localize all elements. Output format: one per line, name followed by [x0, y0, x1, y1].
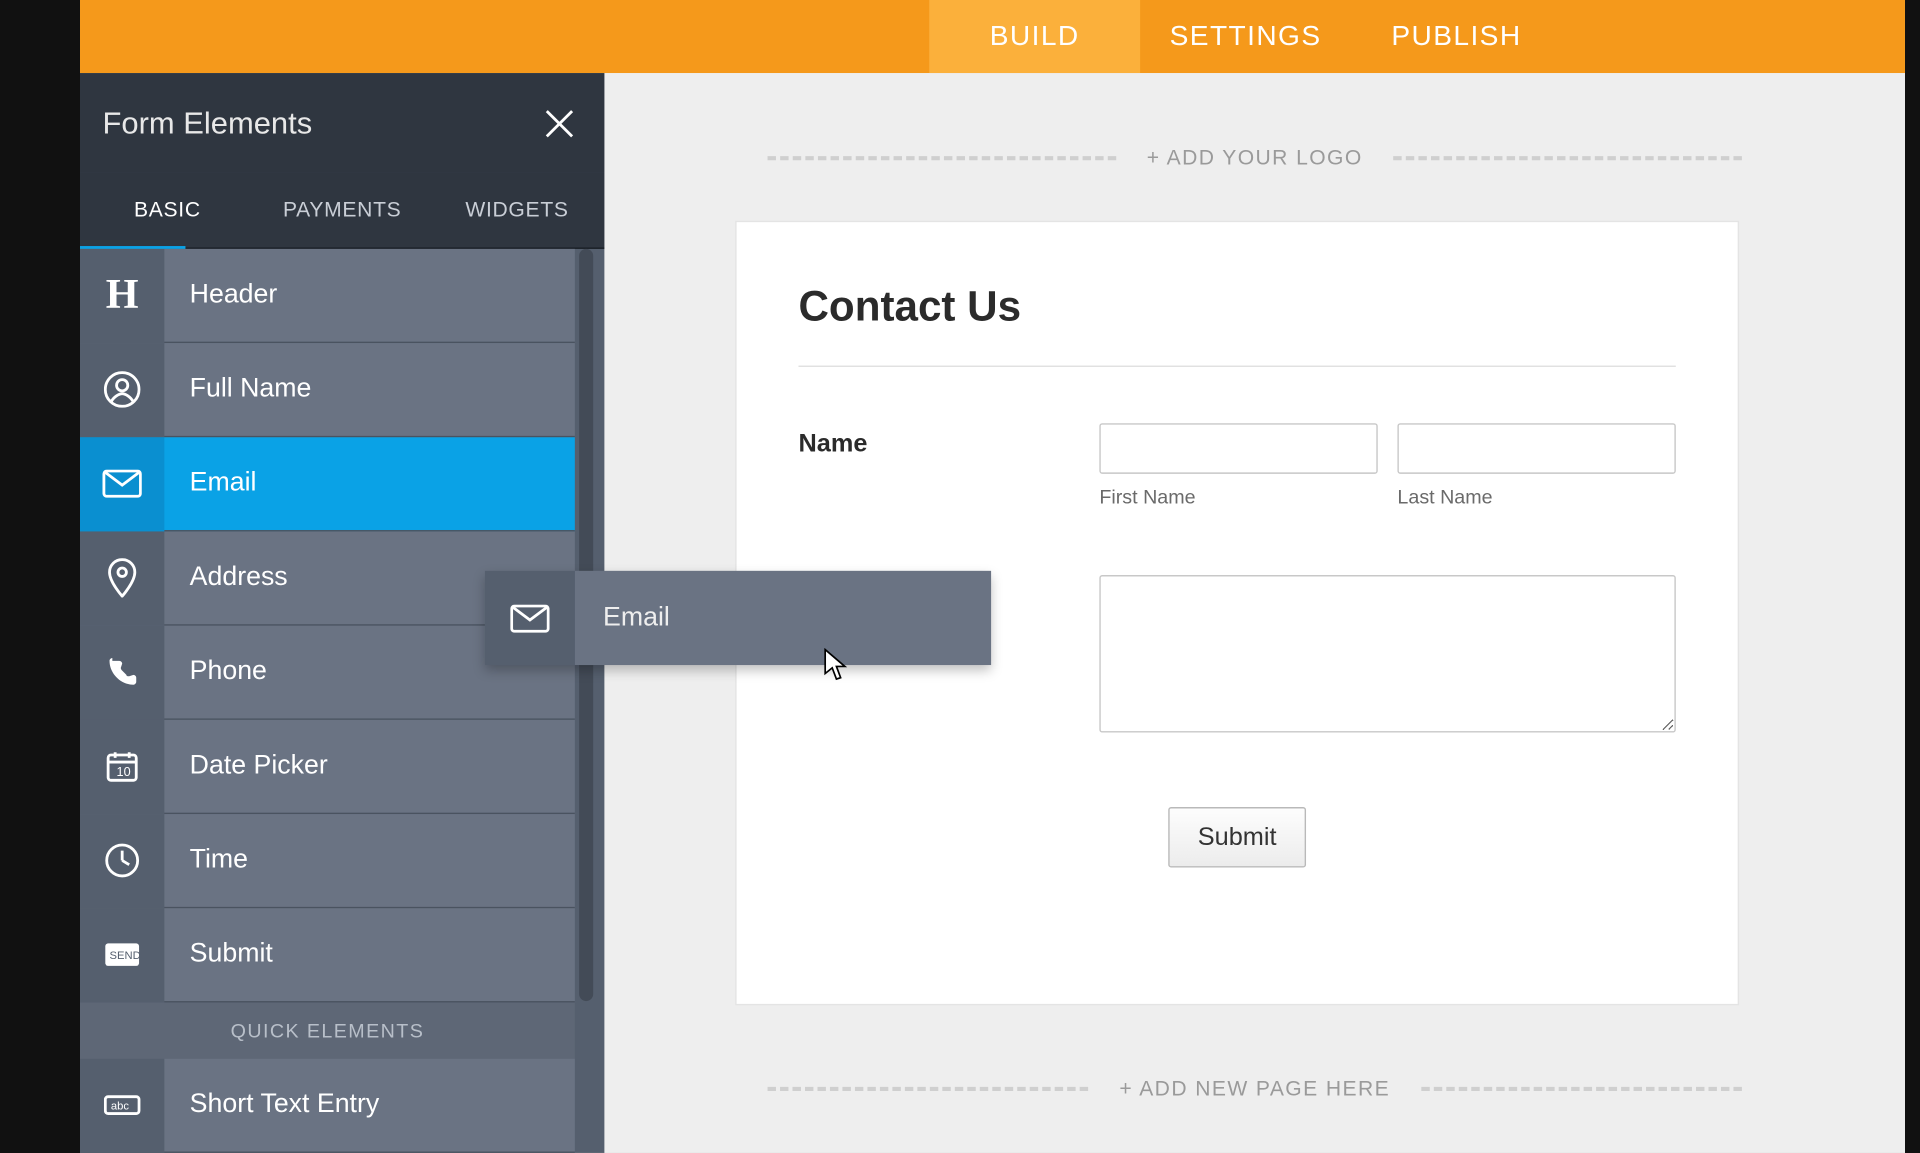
add-page-placeholder[interactable]: + ADD NEW PAGE HERE	[737, 1066, 1773, 1111]
first-name-sublabel: First Name	[1099, 485, 1377, 507]
subtab-basic[interactable]: BASIC	[80, 173, 255, 248]
element-email[interactable]: Email	[80, 437, 575, 531]
tab-build[interactable]: BUILD	[929, 0, 1140, 73]
pin-icon	[80, 531, 164, 625]
element-date-picker[interactable]: 10 Date Picker	[80, 720, 575, 814]
subtab-widgets[interactable]: WIDGETS	[430, 173, 605, 248]
element-label: Address	[164, 562, 287, 593]
drag-ghost-email[interactable]: Email	[485, 571, 991, 665]
element-short-text[interactable]: abc Short Text Entry	[80, 1059, 575, 1153]
element-label: Submit	[164, 939, 272, 970]
svg-text:SEND: SEND	[110, 950, 141, 962]
last-name-input[interactable]	[1397, 423, 1675, 474]
divider	[798, 366, 1675, 367]
element-label: Phone	[164, 657, 267, 688]
element-label: Time	[164, 845, 248, 876]
form-title[interactable]: Contact Us	[798, 284, 1675, 366]
envelope-icon	[80, 437, 164, 531]
add-logo-placeholder[interactable]: + ADD YOUR LOGO	[737, 135, 1773, 180]
drag-ghost-label: Email	[575, 602, 670, 633]
header-icon: H	[80, 249, 164, 342]
section-quick-elements: QUICK ELEMENTS	[80, 1002, 575, 1058]
user-icon	[80, 342, 164, 436]
close-icon[interactable]	[537, 101, 582, 146]
clock-icon	[80, 813, 164, 907]
svg-text:10: 10	[117, 765, 131, 779]
envelope-icon	[485, 571, 575, 665]
element-time[interactable]: Time	[80, 814, 575, 908]
message-textarea[interactable]	[1099, 575, 1675, 732]
submit-button[interactable]: Submit	[1168, 807, 1306, 867]
tab-settings[interactable]: SETTINGS	[1140, 0, 1351, 73]
element-submit[interactable]: SEND Submit	[80, 908, 575, 1002]
phone-icon	[80, 625, 164, 719]
element-label: Email	[164, 468, 256, 499]
panel-title: Form Elements	[102, 105, 312, 142]
element-label: Full Name	[164, 374, 311, 405]
send-icon: SEND	[80, 908, 164, 1002]
tab-publish[interactable]: PUBLISH	[1351, 0, 1562, 73]
text-icon: abc	[80, 1058, 164, 1152]
calendar-icon: 10	[80, 719, 164, 813]
top-nav: BUILD SETTINGS PUBLISH	[80, 0, 1905, 73]
last-name-sublabel: Last Name	[1397, 485, 1675, 507]
svg-text:abc: abc	[111, 1100, 129, 1112]
element-label: Date Picker	[164, 751, 327, 782]
subtab-payments[interactable]: PAYMENTS	[255, 173, 430, 248]
element-label: Header	[164, 280, 277, 311]
element-label: Short Text Entry	[164, 1090, 379, 1121]
field-name-row[interactable]: Name First Name Last Name	[798, 423, 1675, 507]
field-label: Name	[798, 423, 1099, 507]
element-full-name[interactable]: Full Name	[80, 343, 575, 437]
element-header[interactable]: H Header	[80, 249, 575, 343]
add-logo-label: + ADD YOUR LOGO	[1147, 146, 1363, 170]
first-name-input[interactable]	[1099, 423, 1377, 474]
